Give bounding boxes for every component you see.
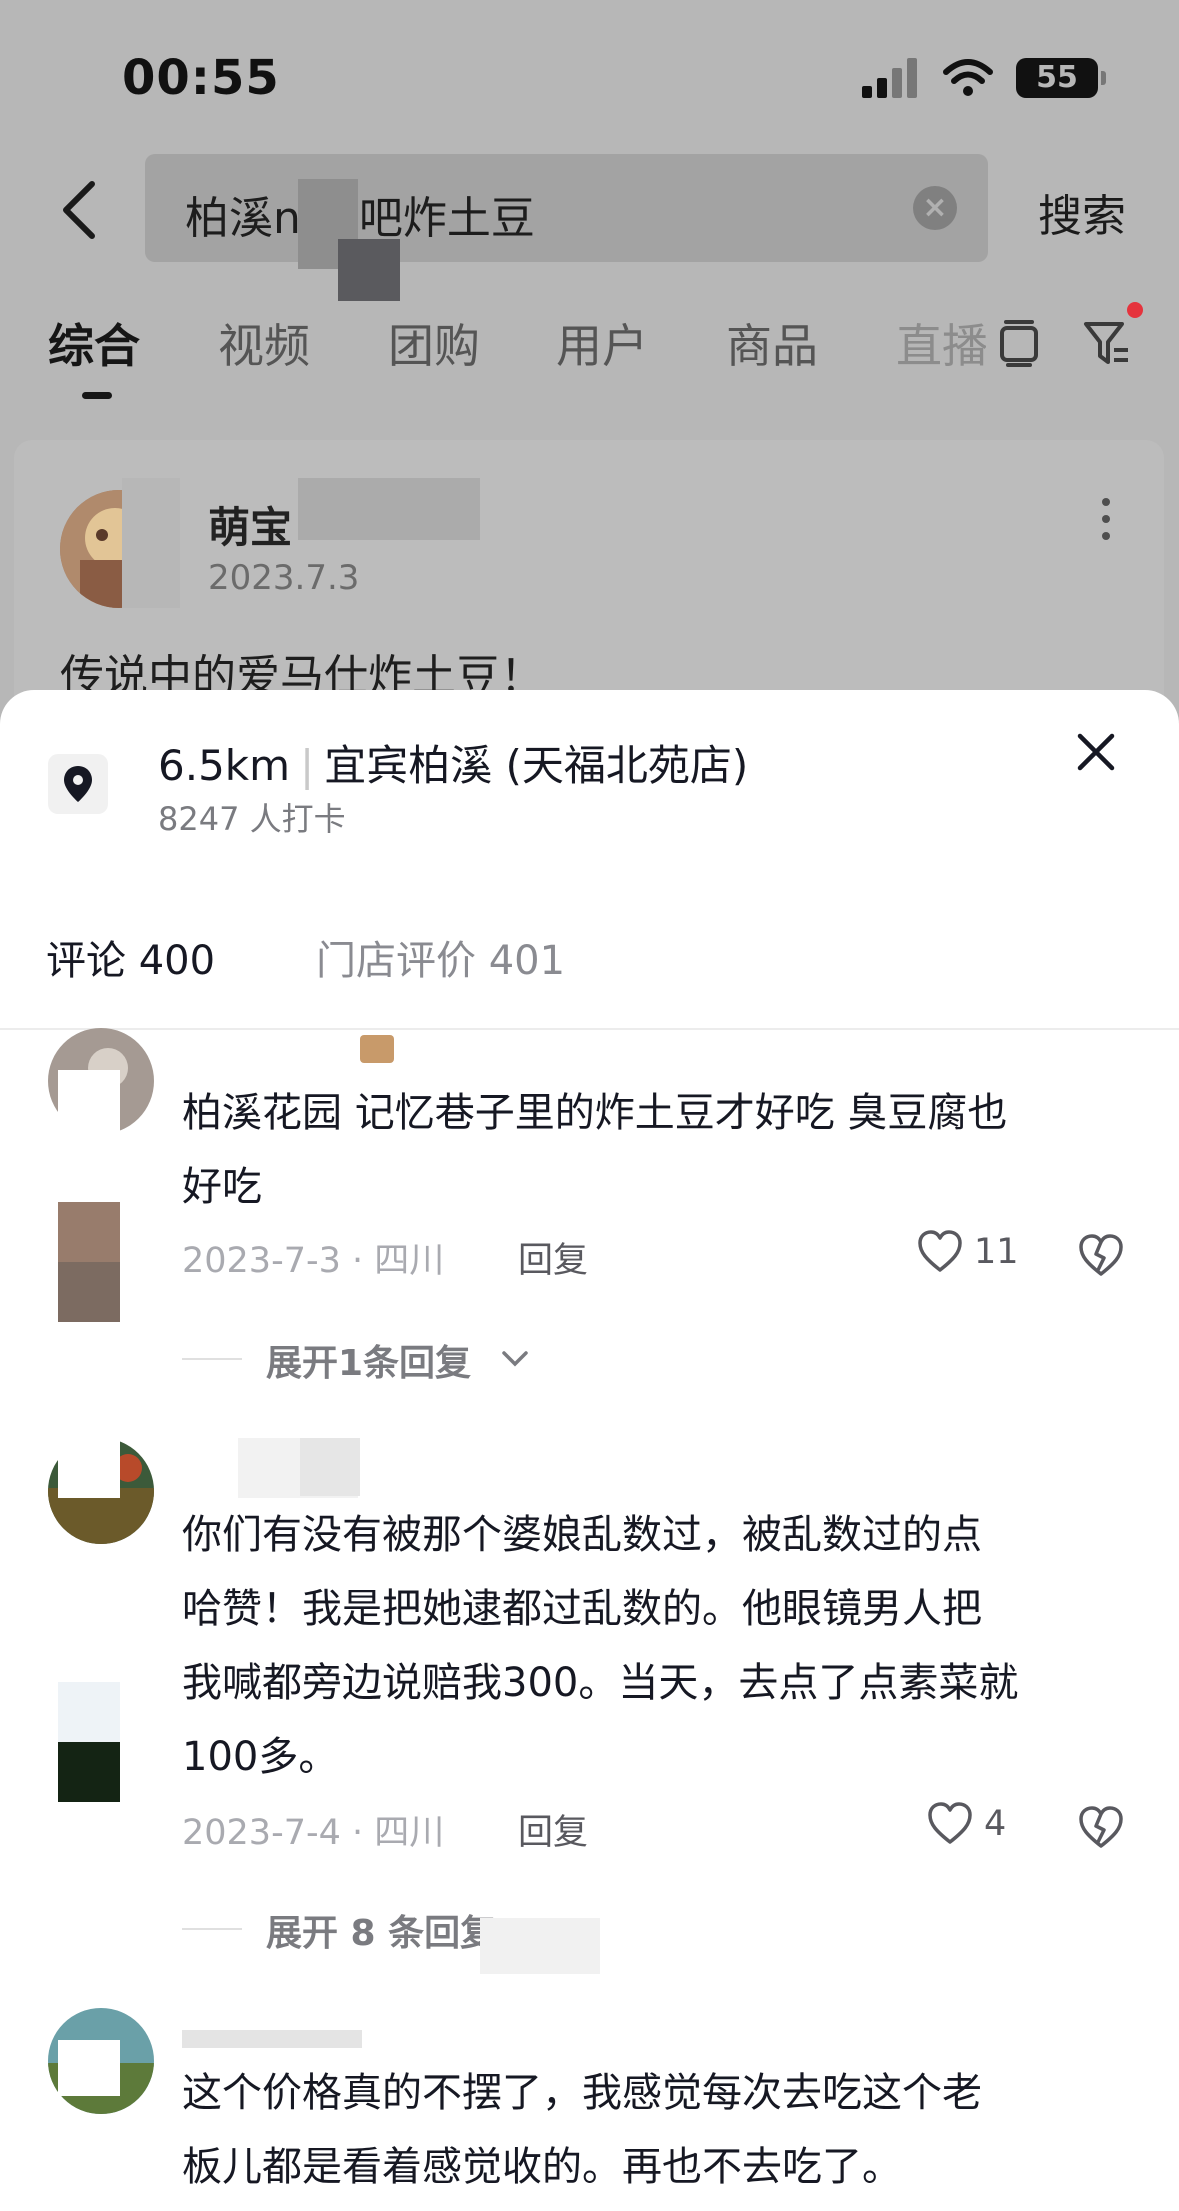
mosaic-blur bbox=[298, 478, 480, 540]
tab-video[interactable]: 视频 bbox=[218, 310, 310, 376]
comment-text[interactable]: 你们有没有被那个婆娘乱数过，被乱数过的点 哈赞！我是把她逮都过乱数的。他眼镜男人… bbox=[182, 1498, 1018, 1794]
more-icon[interactable] bbox=[1100, 498, 1112, 542]
comment-line: 我喊都旁边说赔我300。当天，去点了点素菜就 bbox=[182, 1660, 1019, 1706]
clear-icon[interactable]: × bbox=[913, 186, 957, 230]
location-title[interactable]: 6.5km | 宜宾柏溪 (天福北苑店) bbox=[158, 732, 748, 793]
reply-button[interactable]: 回复 bbox=[518, 1804, 588, 1855]
signal-icon bbox=[862, 58, 920, 98]
wifi-icon bbox=[943, 59, 993, 96]
comment-meta: 2023-7-3 · 四川 bbox=[182, 1241, 445, 1281]
mosaic-blur bbox=[58, 1432, 120, 1498]
heart-icon bbox=[918, 1230, 962, 1272]
comment-text[interactable]: 柏溪花园 记忆巷子里的炸土豆才好吃 臭豆腐也 好吃 bbox=[182, 1076, 1007, 1224]
mosaic-blur bbox=[360, 1035, 394, 1063]
comment-line: 哈赞！我是把她逮都过乱数的。他眼镜男人把 bbox=[182, 1586, 982, 1632]
search-results-background: 00:55 55 柏溪n 网吧炸土豆 × 搜索 综合 视频 团购 用户 商品 直… bbox=[0, 0, 1179, 760]
chevron-down-icon bbox=[502, 1351, 528, 1367]
back-icon[interactable] bbox=[56, 178, 106, 242]
like-button[interactable]: 4 bbox=[926, 1798, 1026, 1850]
like-button[interactable]: 11 bbox=[916, 1226, 1019, 1278]
tab-group-buy[interactable]: 团购 bbox=[388, 310, 480, 376]
mosaic-blur bbox=[338, 239, 400, 301]
location-pin-icon bbox=[48, 754, 108, 814]
filter-icon[interactable] bbox=[1082, 318, 1132, 368]
comment-meta: 2023-7-4 · 四川 bbox=[182, 1813, 445, 1853]
dislike-icon[interactable] bbox=[1076, 1802, 1126, 1852]
expand-replies-button[interactable]: 展开1条回复 bbox=[182, 1334, 582, 1384]
mosaic-blur bbox=[58, 2040, 120, 2096]
layout-toggle-icon[interactable] bbox=[994, 318, 1044, 368]
mosaic-blur bbox=[300, 1438, 360, 1496]
comment-line: 你们有没有被那个婆娘乱数过，被乱数过的点 bbox=[182, 1512, 982, 1558]
tab-all[interactable]: 综合 bbox=[48, 310, 140, 376]
tab-comments[interactable]: 评论 400 bbox=[46, 928, 215, 986]
checkin-count: 8247 人打卡 bbox=[158, 800, 346, 838]
comment-line: 板儿都是看着感觉收的。再也不去吃了。 bbox=[182, 2144, 902, 2190]
heart-icon bbox=[928, 1802, 972, 1844]
dislike-icon[interactable] bbox=[1076, 1230, 1126, 1280]
status-bar: 00:55 55 bbox=[0, 0, 1179, 150]
location-distance: 6.5km bbox=[158, 741, 291, 790]
post-date: 2023.7.3 bbox=[208, 558, 360, 598]
comment-text[interactable]: 这个价格真的不摆了，我感觉每次去吃这个老 板儿都是看着感觉收的。再也不去吃了。 bbox=[182, 2056, 982, 2204]
comment-line: 好吃 bbox=[182, 1164, 262, 1210]
expand-replies-label: 展开 8 条回复 bbox=[266, 1913, 497, 1954]
status-time: 00:55 bbox=[122, 50, 280, 106]
battery-icon: 55 bbox=[1016, 58, 1106, 98]
comment-line: 这个价格真的不摆了，我感觉每次去吃这个老 bbox=[182, 2070, 982, 2116]
active-tab-indicator bbox=[82, 392, 112, 399]
author-name[interactable]: 萌宝 bbox=[208, 494, 292, 555]
tab-users[interactable]: 用户 bbox=[556, 310, 648, 376]
reply-button[interactable]: 回复 bbox=[518, 1232, 588, 1283]
comment-line: 柏溪花园 记忆巷子里的炸土豆才好吃 臭豆腐也 bbox=[182, 1090, 1008, 1136]
location-comments-sheet: 6.5km | 宜宾柏溪 (天福北苑店) 8247 人打卡 评论 400 门店评价 … bbox=[0, 690, 1179, 2211]
tab-products[interactable]: 商品 bbox=[726, 310, 818, 376]
close-icon[interactable] bbox=[1072, 728, 1120, 776]
mosaic-blur bbox=[58, 1202, 120, 1322]
like-count: 11 bbox=[974, 1232, 1019, 1272]
mosaic-blur bbox=[182, 2030, 362, 2048]
mosaic-blur bbox=[122, 478, 180, 608]
notification-dot bbox=[1127, 302, 1143, 318]
search-button[interactable]: 搜索 bbox=[1038, 180, 1126, 244]
mosaic-blur bbox=[58, 1070, 120, 1134]
expand-replies-label: 展开1条回复 bbox=[266, 1343, 472, 1384]
comment-line: 100多。 bbox=[182, 1734, 339, 1780]
mosaic-blur bbox=[480, 1918, 600, 1974]
search-query: 柏溪n 网吧炸土豆 bbox=[185, 193, 535, 244]
mosaic-blur bbox=[58, 1682, 120, 1802]
tab-store-reviews[interactable]: 门店评价 401 bbox=[316, 928, 565, 986]
location-name: 宜宾柏溪 (天福北苑店) bbox=[324, 741, 749, 790]
like-count: 4 bbox=[984, 1804, 1007, 1844]
tab-live[interactable]: 直播 bbox=[896, 310, 986, 376]
divider bbox=[0, 1028, 1179, 1030]
search-input[interactable]: 柏溪n 网吧炸土豆 × bbox=[145, 154, 988, 301]
